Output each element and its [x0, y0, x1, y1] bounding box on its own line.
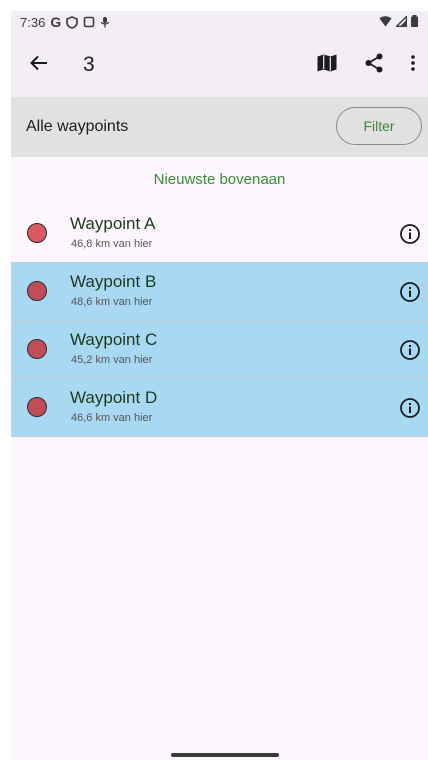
- shield-icon: [66, 15, 79, 29]
- status-left: 7:36 G: [20, 14, 110, 30]
- status-bar: 7:36 G: [11, 11, 428, 33]
- back-button[interactable]: [23, 49, 55, 81]
- screenshot-icon: [83, 16, 95, 28]
- waypoint-dot-icon: [27, 223, 47, 243]
- more-options-button[interactable]: [401, 49, 425, 81]
- waypoint-row[interactable]: Waypoint B 48,6 km van hier: [11, 263, 428, 321]
- waypoint-row[interactable]: Waypoint C 45,2 km van hier: [11, 321, 428, 379]
- sort-order-label[interactable]: Nieuwste bovenaan: [11, 171, 428, 188]
- app-screen: 7:36 G 3 Alle waypoints Filter Nieuwste …: [11, 11, 428, 760]
- waypoint-dot-icon: [27, 281, 47, 301]
- app-bar: 3: [11, 33, 428, 97]
- waypoint-name: Waypoint C: [70, 330, 158, 349]
- info-icon[interactable]: [399, 397, 421, 419]
- share-icon: [365, 53, 383, 78]
- filter-bar: Alle waypoints Filter: [11, 97, 428, 157]
- waypoint-name: Waypoint B: [70, 272, 157, 291]
- waypoint-name: Waypoint D: [70, 388, 158, 407]
- share-button[interactable]: [358, 49, 390, 81]
- battery-icon: [411, 15, 418, 27]
- home-indicator[interactable]: [171, 753, 279, 757]
- wifi-icon: [379, 15, 392, 27]
- microphone-icon: [100, 16, 110, 29]
- waypoint-name: Waypoint A: [70, 214, 156, 233]
- arrow-back-icon: [30, 55, 48, 76]
- waypoint-dot-icon: [27, 397, 47, 417]
- page-title: 3: [83, 53, 95, 76]
- status-time: 7:36: [20, 14, 46, 30]
- filter-button[interactable]: Filter: [336, 107, 422, 145]
- waypoint-distance: 45,2 km van hier: [71, 354, 153, 366]
- map-button[interactable]: [311, 49, 343, 81]
- info-icon[interactable]: [399, 339, 421, 361]
- more-vert-icon: [411, 54, 415, 76]
- cell-signal-icon: [396, 15, 407, 27]
- status-right: [379, 15, 418, 27]
- waypoint-list: Waypoint A 46,8 km van hier Waypoint B 4…: [11, 205, 428, 437]
- waypoint-distance: 46,8 km van hier: [71, 238, 153, 250]
- google-icon: G: [50, 14, 62, 30]
- info-icon[interactable]: [399, 223, 421, 245]
- waypoint-distance: 48,6 km van hier: [71, 296, 153, 308]
- map-icon: [317, 54, 337, 77]
- waypoint-row[interactable]: Waypoint D 46,6 km van hier: [11, 379, 428, 437]
- info-icon[interactable]: [399, 281, 421, 303]
- waypoint-distance: 46,6 km van hier: [71, 412, 153, 424]
- filter-scope-label: Alle waypoints: [26, 118, 129, 135]
- waypoint-row[interactable]: Waypoint A 46,8 km van hier: [11, 205, 428, 263]
- waypoint-dot-icon: [27, 339, 47, 359]
